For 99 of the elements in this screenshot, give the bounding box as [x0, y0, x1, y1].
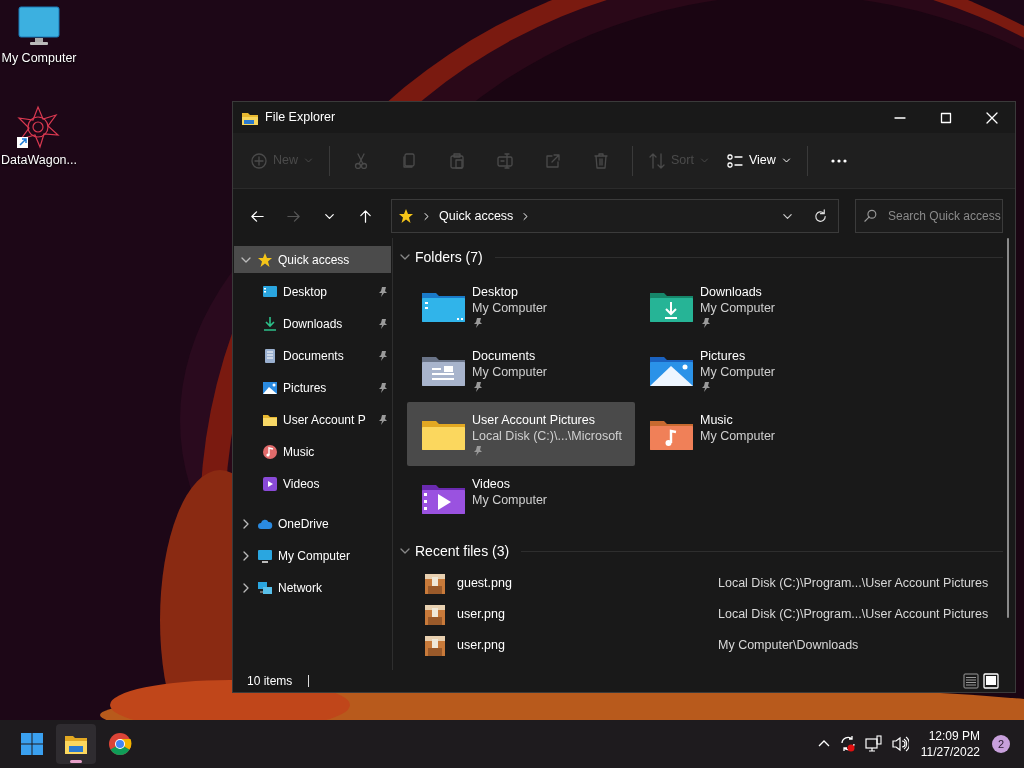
close-icon	[986, 111, 998, 124]
desktop-icon-label[interactable]: My Computer	[1, 49, 77, 68]
file-name: user.png	[456, 637, 506, 655]
sidebar-item[interactable]: My Computer	[234, 542, 391, 569]
folder-location: Local Disk (C:)\...\Microsoft	[472, 428, 623, 444]
star-icon	[257, 251, 273, 268]
download-icon	[262, 315, 278, 332]
file-row[interactable]: user.png My Computer\Downloads	[399, 630, 1003, 662]
search-field[interactable]: Search Quick access	[855, 199, 1003, 233]
file-name: guest.png	[456, 575, 513, 593]
sort-icon	[649, 152, 665, 169]
folder-tile[interactable]: Desktop My Computer	[407, 274, 635, 338]
sidebar-item[interactable]: User Account P	[234, 406, 391, 433]
folder-location: My Computer	[700, 428, 776, 444]
taskbar-app-button[interactable]	[56, 724, 96, 764]
folder-location: My Computer	[700, 300, 776, 316]
sidebar-item[interactable]: Music	[234, 438, 391, 465]
network-icon[interactable]	[864, 735, 883, 753]
folder-location: My Computer	[700, 364, 776, 380]
folder-tile[interactable]: User Account Pictures Local Disk (C:)\...\Microsoft	[407, 402, 635, 466]
tiles-view-button[interactable]	[981, 673, 1001, 689]
address-bar[interactable]: Quick access	[391, 199, 839, 233]
section-title[interactable]: Recent files (3)	[415, 540, 510, 562]
section-title[interactable]: Folders (7)	[415, 246, 483, 268]
folder-location: My Computer	[472, 364, 548, 380]
monitor-icon[interactable]	[16, 5, 62, 47]
file-location: Local Disk (C:)\Program...\User Account Pictures	[718, 606, 989, 624]
sidebar-item[interactable]: Network	[234, 574, 391, 601]
folder-location: My Computer	[472, 492, 548, 508]
folder-tile[interactable]: Pictures My Computer	[635, 338, 863, 402]
item-count: 10 items	[247, 673, 293, 690]
image-thumbnail-icon	[425, 635, 445, 656]
file-row[interactable]: guest.png Local Disk (C:)\Program...\User Account Pictures	[399, 568, 1003, 600]
folder-name: Pictures	[700, 348, 747, 364]
window-title: File Explorer	[265, 109, 336, 127]
folder-tile[interactable]: Music My Computer	[635, 402, 863, 466]
scissors-icon	[353, 152, 369, 169]
clipboard-icon	[449, 152, 465, 169]
scrollbar[interactable]	[1007, 238, 1009, 618]
maximize-icon	[940, 111, 952, 124]
sidebar-item[interactable]: Pictures	[234, 374, 391, 401]
breadcrumb[interactable]: Quick access	[439, 206, 514, 226]
details-view-icon	[963, 673, 979, 689]
sidebar-item[interactable]: Videos	[234, 470, 391, 497]
app-shortcut-icon[interactable]	[16, 105, 62, 149]
more-icon	[830, 158, 847, 163]
browser-icon	[108, 732, 132, 756]
music-icon	[262, 443, 278, 460]
caret-icon	[699, 156, 709, 165]
file-row[interactable]: user.png Local Disk (C:)\Program...\User Account Pictures	[399, 599, 1003, 631]
notification-badge[interactable]: 2	[992, 735, 1010, 753]
view-button[interactable]: View	[718, 142, 799, 179]
plus-icon	[251, 152, 267, 169]
volume-icon[interactable]	[890, 735, 909, 753]
image-thumbnail-icon	[425, 573, 445, 594]
folder-name: Desktop	[472, 284, 519, 300]
caret-icon	[304, 156, 313, 165]
folder-name: Documents	[472, 348, 537, 364]
caret-icon	[781, 156, 791, 165]
rename-icon	[497, 152, 513, 169]
windows-logo-icon	[20, 732, 44, 756]
folder-name: Downloads	[700, 284, 763, 300]
sidebar-item[interactable]: Quick access	[234, 246, 391, 273]
image-thumbnail-icon	[425, 604, 445, 625]
folder-name: Videos	[472, 476, 511, 492]
tiles-view-icon	[983, 673, 999, 689]
copy-icon	[401, 152, 417, 169]
share-icon	[545, 152, 561, 169]
list-icon	[726, 152, 743, 169]
folder-tile[interactable]: Documents My Computer	[407, 338, 635, 402]
desktop-icon	[262, 283, 278, 300]
sidebar-item[interactable]: Desktop	[234, 278, 391, 305]
details-view-button[interactable]	[961, 673, 981, 689]
file-location: My Computer\Downloads	[718, 637, 859, 655]
file-name: user.png	[456, 606, 506, 624]
clock[interactable]: 12:09 PM 11/27/2022	[916, 728, 984, 760]
folder-tile[interactable]: Videos My Computer	[407, 466, 635, 530]
file-location: Local Disk (C:)\Program...\User Account Pictures	[718, 575, 989, 593]
folder-location: My Computer	[472, 300, 548, 316]
picture-icon	[262, 379, 278, 396]
computer-icon	[257, 547, 273, 564]
trash-icon	[593, 152, 609, 169]
desktop-icon-label[interactable]: DataWagon...	[1, 151, 77, 170]
chevron-icon	[422, 211, 431, 221]
folder-name: User Account Pictures	[472, 412, 596, 428]
text-cursor	[308, 675, 310, 687]
sidebar-item[interactable]: OneDrive	[234, 510, 391, 537]
sync-icon[interactable]	[838, 735, 857, 753]
search-icon	[864, 209, 878, 223]
sidebar-item[interactable]: Downloads	[234, 310, 391, 337]
network-icon	[257, 579, 273, 596]
refresh-icon[interactable]	[813, 208, 828, 224]
chevron-icon[interactable]	[521, 211, 531, 221]
document-icon	[262, 347, 278, 364]
sidebar-item[interactable]: Documents	[234, 342, 391, 369]
folder-name: Music	[700, 412, 734, 428]
folder-tile[interactable]: Downloads My Computer	[635, 274, 863, 338]
video-icon	[262, 475, 278, 492]
star-icon	[398, 208, 414, 224]
